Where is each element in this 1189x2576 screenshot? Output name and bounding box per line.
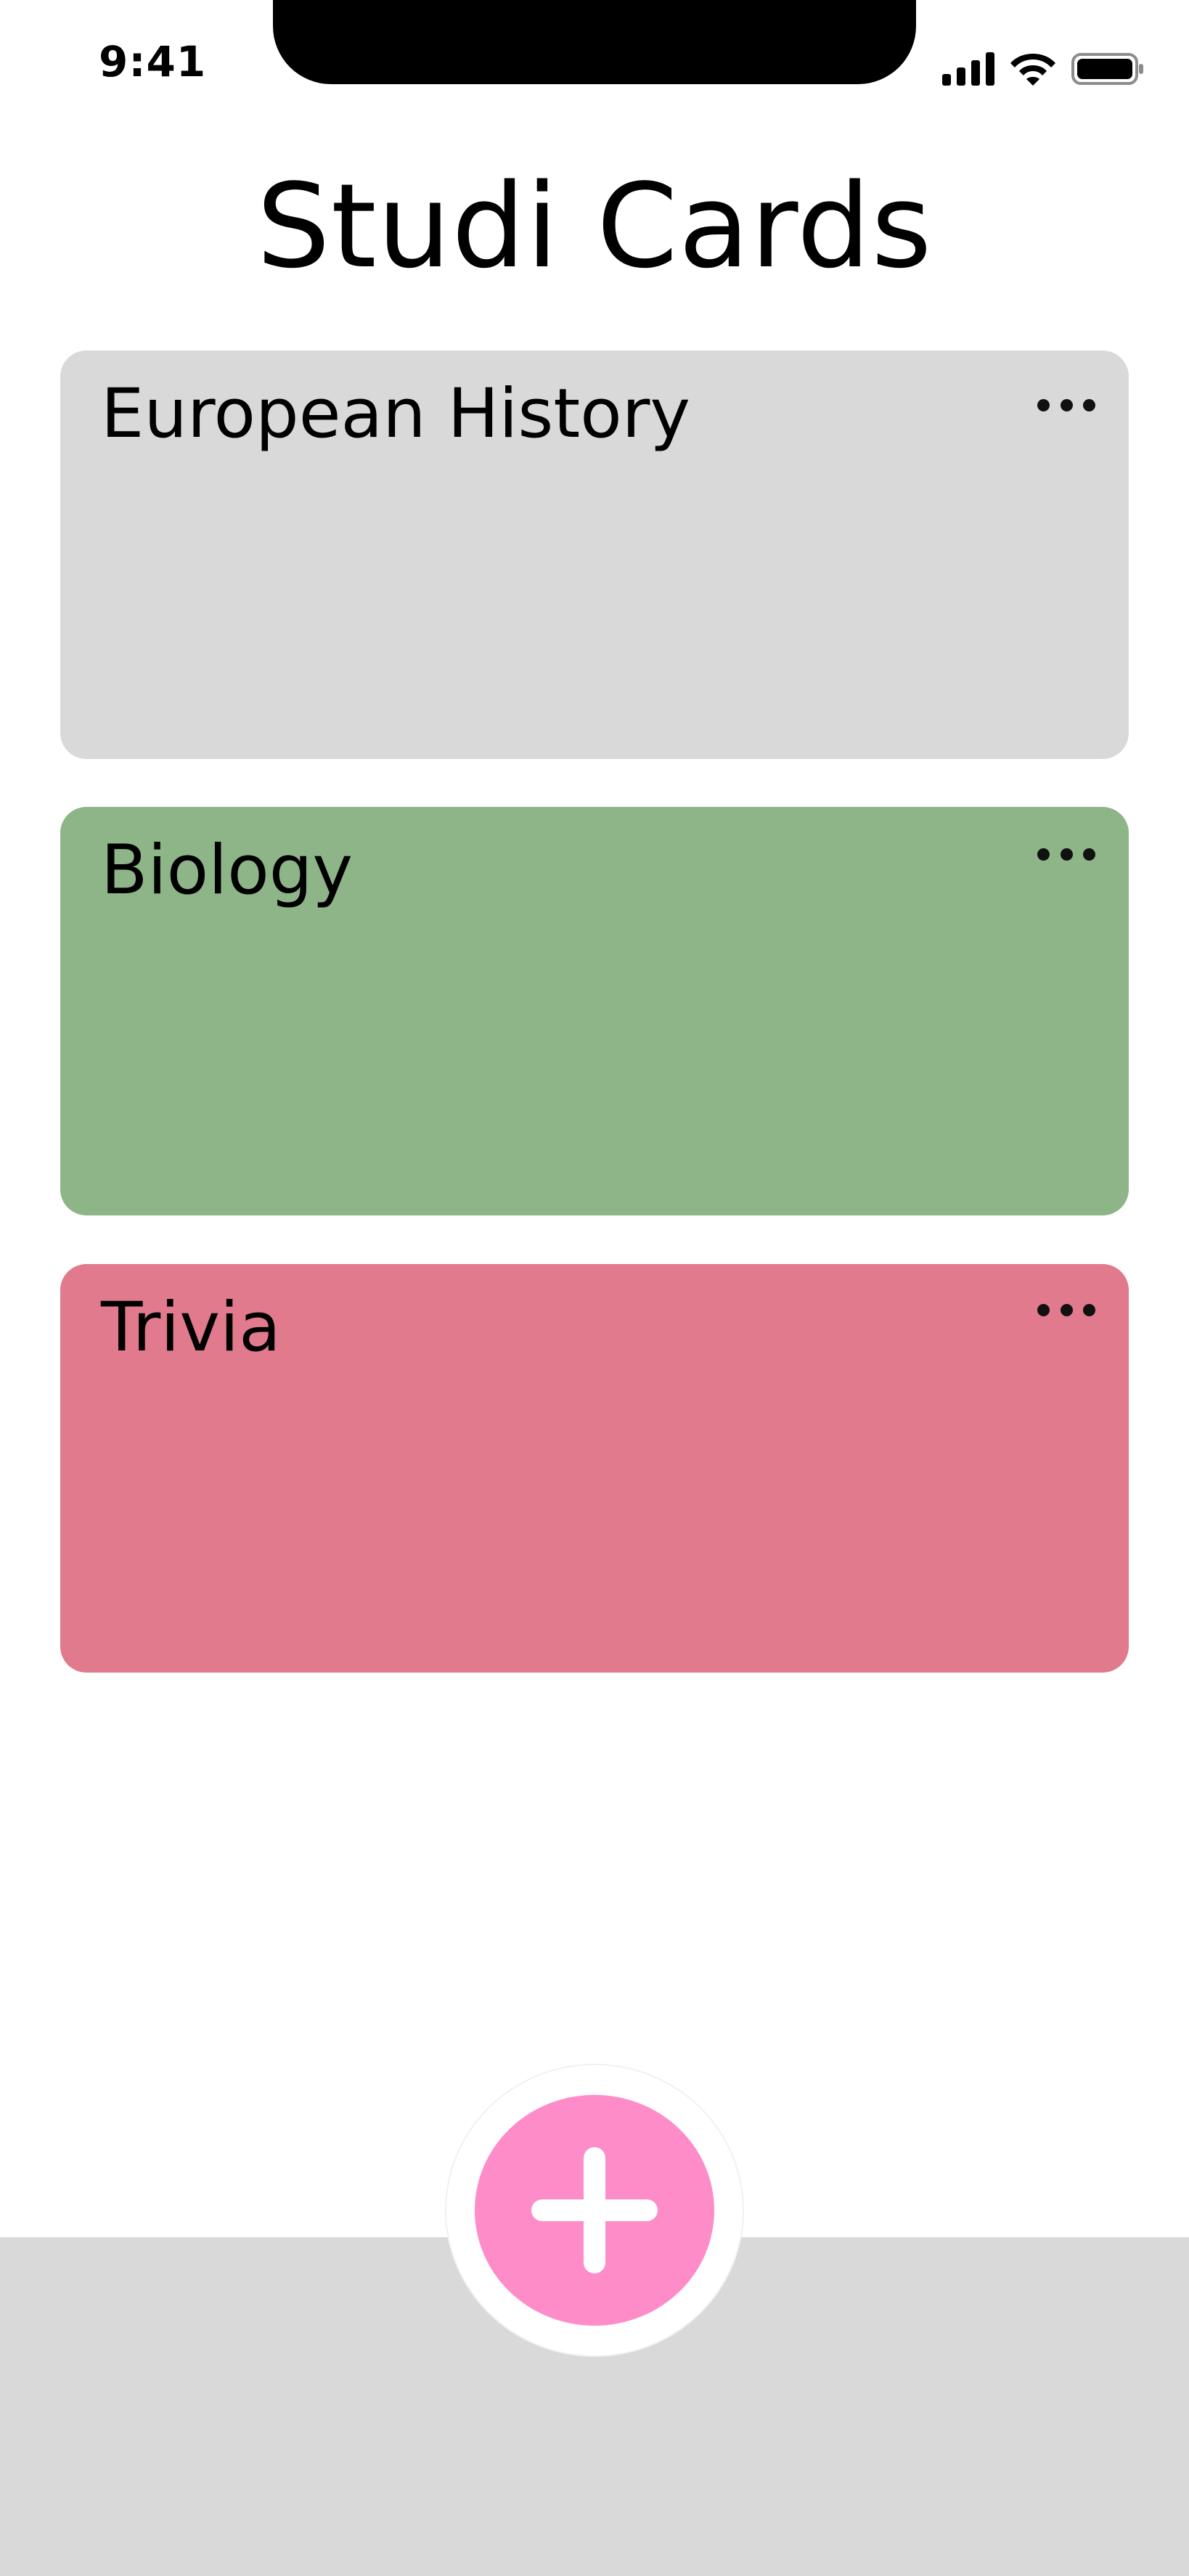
dot [1083,1303,1095,1316]
dot [1083,398,1095,411]
more-options-icon[interactable] [1037,843,1095,865]
dot [1060,398,1073,411]
deck-card-european-history[interactable]: European History [60,350,1129,759]
dot [1060,848,1073,861]
wifi-icon [1010,54,1055,86]
more-options-icon[interactable] [1037,394,1095,416]
deck-title: European History [101,374,691,454]
deck-title: Trivia [101,1288,281,1367]
dot [1037,398,1050,411]
plus-bar-vertical [584,2147,605,2273]
deck-card-biology[interactable]: Biology [60,807,1129,1215]
battery-icon [1071,53,1143,85]
dot [1037,848,1050,861]
cellular-signal-icon [942,52,994,86]
page-title: Studi Cards [256,158,933,294]
dot [1037,1303,1050,1316]
more-options-icon[interactable] [1037,1299,1095,1321]
deck-title: Biology [101,831,354,910]
plus-icon [531,2147,658,2273]
add-deck-button[interactable] [475,2095,714,2326]
device-notch [273,0,916,84]
dot [1083,848,1095,861]
status-time: 9:41 [99,37,207,86]
dot [1060,1303,1073,1316]
deck-card-trivia[interactable]: Trivia [60,1264,1129,1673]
